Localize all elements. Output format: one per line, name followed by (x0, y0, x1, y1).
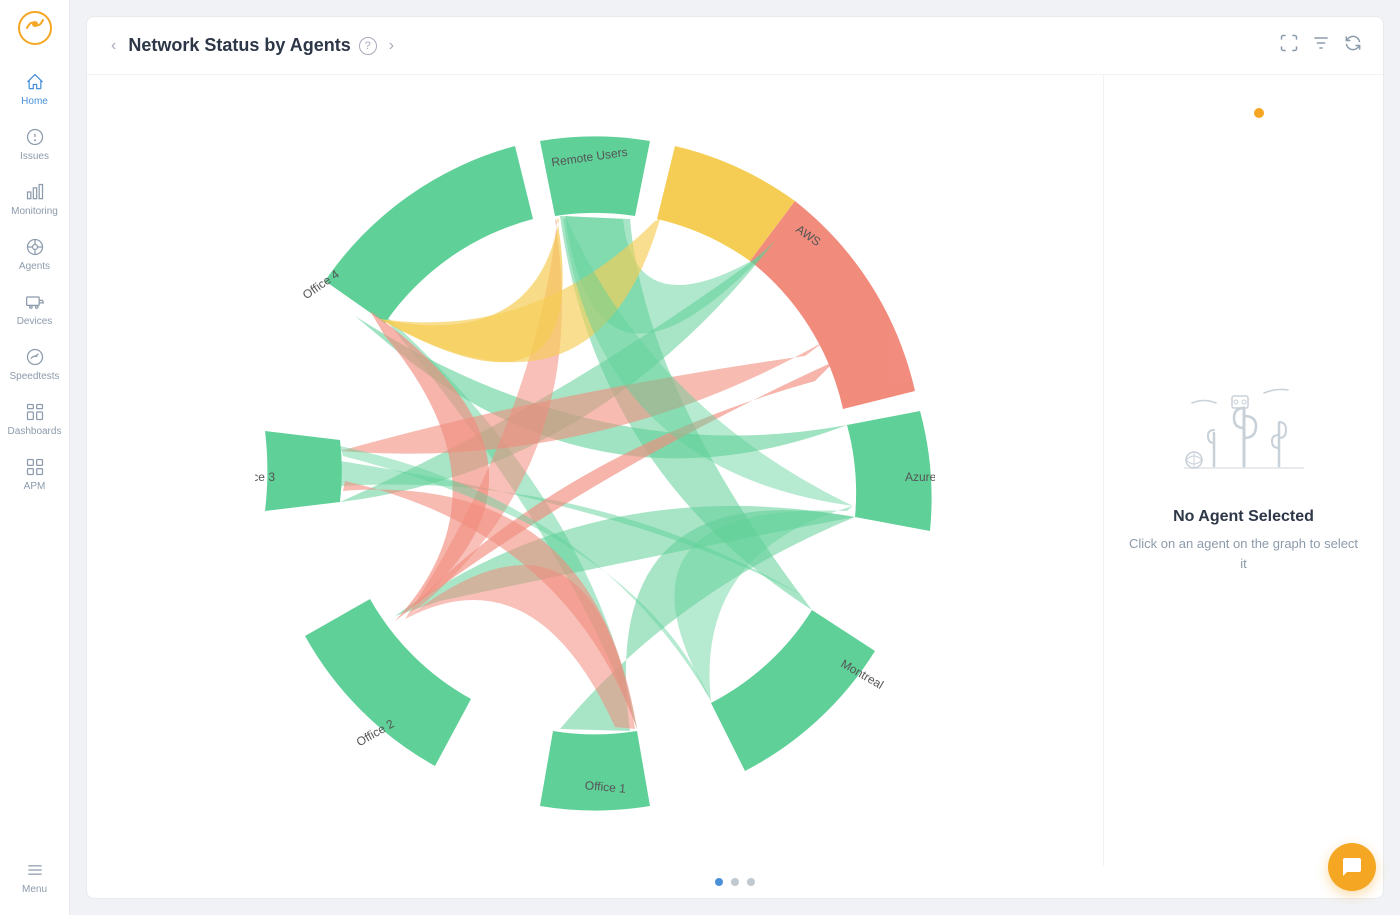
no-agent-subtitle: Click on an agent on the graph to select… (1124, 534, 1363, 573)
chart-area[interactable]: Remote Users AWS Azure Montreal Office 1… (87, 75, 1103, 866)
main-content: ‹ Network Status by Agents ? › (70, 0, 1400, 915)
sidebar-item-menu[interactable]: Menu (0, 850, 69, 905)
sidebar-item-dashboards[interactable]: Dashboards (0, 392, 69, 447)
filter-icon[interactable] (1311, 33, 1331, 58)
pagination-dot-2[interactable] (731, 878, 739, 886)
chord-diagram[interactable]: Remote Users AWS Azure Montreal Office 1… (255, 131, 935, 811)
sidebar-item-agents[interactable]: Agents (0, 227, 69, 282)
widget-card: ‹ Network Status by Agents ? › (86, 16, 1384, 899)
sidebar-menu-label: Menu (22, 884, 47, 895)
widget-header-left: ‹ Network Status by Agents ? › (107, 35, 1271, 57)
sidebar-item-home[interactable]: Home (0, 62, 69, 117)
pagination-dots (87, 866, 1383, 898)
widget-header: ‹ Network Status by Agents ? › (87, 17, 1383, 75)
label-office3: Office 3 (255, 470, 275, 484)
refresh-icon[interactable] (1343, 33, 1363, 58)
segment-office3[interactable] (265, 431, 342, 511)
sidebar-item-apm-label: APM (24, 481, 46, 492)
help-icon[interactable]: ? (359, 37, 377, 55)
nav-prev-button[interactable]: ‹ (107, 35, 120, 57)
segment-office4[interactable] (325, 146, 533, 323)
no-agent-title: No Agent Selected (1173, 508, 1314, 526)
segment-office2[interactable] (305, 599, 471, 766)
chat-button[interactable] (1328, 843, 1376, 891)
sidebar-item-apm[interactable]: APM (0, 447, 69, 502)
right-panel: No Agent Selected Click on an agent on t… (1103, 75, 1383, 866)
sidebar-item-issues-label: Issues (20, 151, 49, 162)
notification-dot (1254, 108, 1264, 118)
segment-aws-salmon[interactable] (750, 201, 915, 409)
logo[interactable] (17, 10, 53, 46)
widget-header-actions (1279, 33, 1363, 58)
expand-icon[interactable] (1279, 33, 1299, 58)
sidebar-item-home-label: Home (21, 96, 48, 107)
sidebar-item-issues[interactable]: Issues (0, 117, 69, 172)
sidebar-item-speedtests[interactable]: Speedtests (0, 337, 69, 392)
pagination-dot-1[interactable] (715, 878, 723, 886)
widget-title: Network Status by Agents (128, 35, 350, 56)
chat-icon (1340, 855, 1364, 879)
widget-body: Remote Users AWS Azure Montreal Office 1… (87, 75, 1383, 866)
sidebar-item-dashboards-label: Dashboards (8, 426, 62, 437)
sidebar-item-devices[interactable]: Devices (0, 282, 69, 337)
sidebar: Home Issues Monitoring Agents Devices Sp… (0, 0, 70, 915)
sidebar-item-devices-label: Devices (17, 316, 53, 327)
pagination-dot-3[interactable] (747, 878, 755, 886)
segment-montreal[interactable] (711, 610, 875, 771)
sidebar-item-monitoring-label: Monitoring (11, 206, 58, 217)
no-agent-illustration (1164, 368, 1324, 488)
label-azure: Azure (905, 470, 935, 484)
segment-office1[interactable] (540, 731, 650, 811)
sidebar-item-monitoring[interactable]: Monitoring (0, 172, 69, 227)
nav-next-button[interactable]: › (385, 35, 398, 57)
sidebar-item-agents-label: Agents (19, 261, 50, 272)
sidebar-item-speedtests-label: Speedtests (9, 371, 59, 382)
